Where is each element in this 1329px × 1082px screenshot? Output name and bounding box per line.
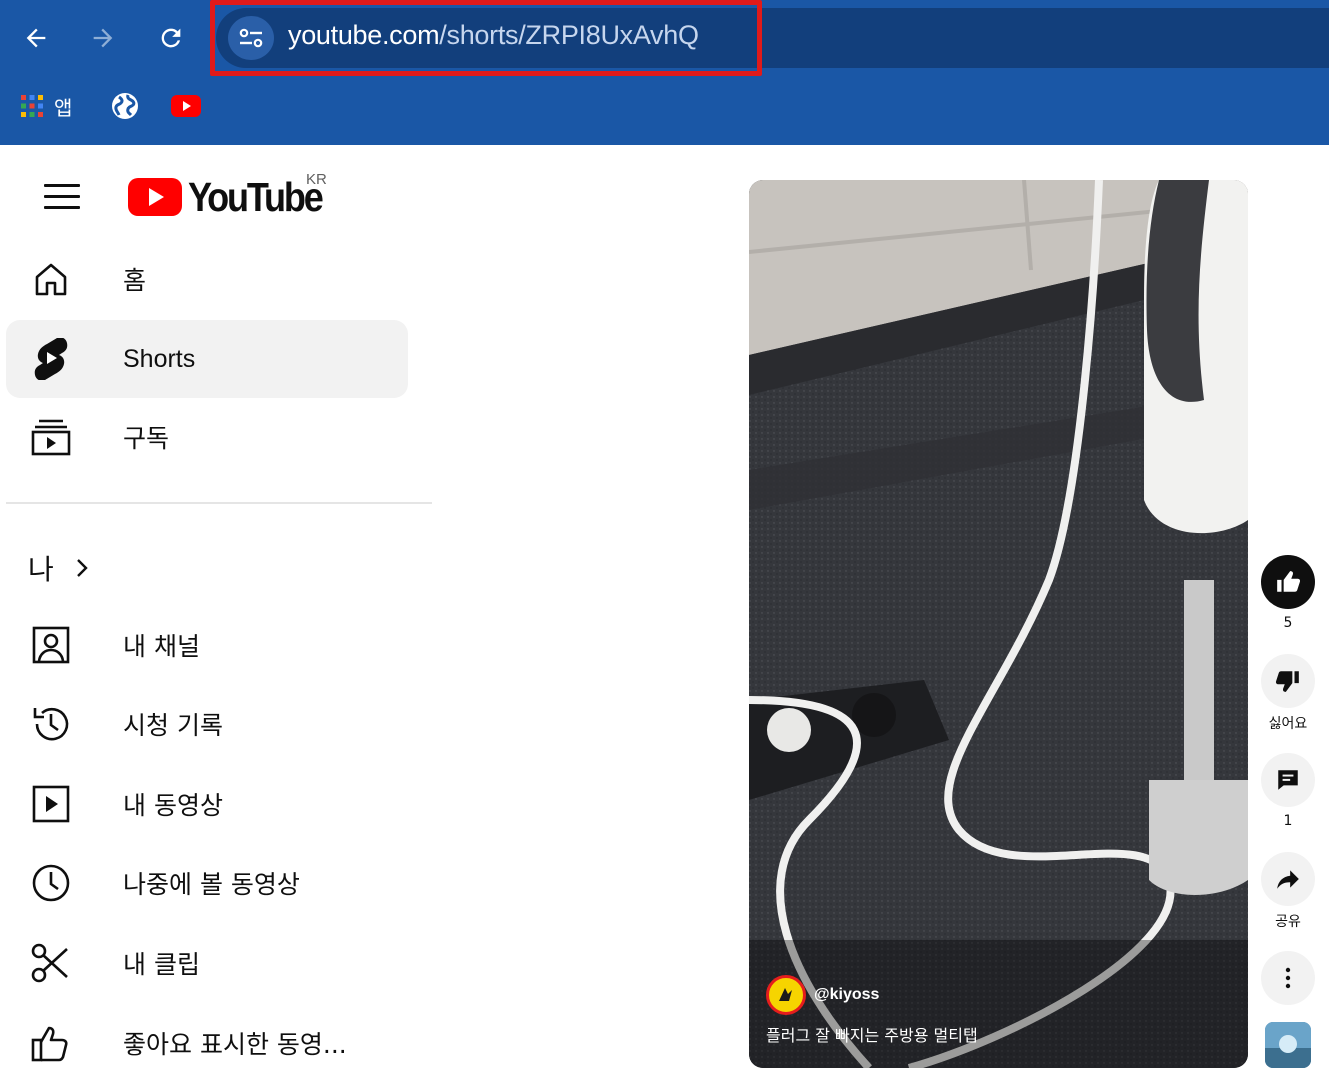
nav-item-my-clips[interactable]: 내 클립 [6,924,408,1002]
nav-label-watch-later: 나중에 볼 동영상 [123,870,300,899]
nav-item-my-channel[interactable]: 내 채널 [6,606,408,684]
like-button[interactable] [1261,555,1315,609]
nav-item-watch-later[interactable]: 나중에 볼 동영상 [6,844,408,922]
nav-item-subscriptions[interactable]: 구독 [6,398,408,476]
comment-icon [1278,770,1298,790]
share-label: 공유 [1275,914,1301,930]
apps-grid-icon [21,95,43,117]
chevron-right-icon [76,559,88,577]
more-options-button[interactable] [1261,951,1315,1005]
nav-item-liked-videos[interactable]: 좋아요 표시한 동영... [6,1004,408,1082]
youtube-logo-text: YouTube [188,173,324,220]
globe-icon [112,93,138,119]
channel-logo-icon [779,988,792,1001]
forward-button[interactable] [83,18,123,58]
short-title: 플러그 잘 빠지는 주방용 멀티탭 [766,1026,978,1045]
thumbs-down-icon [1275,671,1299,692]
nav-label-my-channel: 내 채널 [123,632,200,661]
youtube-favicon-icon [171,95,201,117]
bookmark-apps-label: 앱 [54,95,73,120]
nav-label-my-videos: 내 동영상 [123,791,223,820]
comments-button[interactable] [1261,753,1315,807]
browser-toolbar: youtube.com/shorts/ZRPI8UxAvhQ 앱 [0,0,1329,145]
url-highlight-box [210,0,762,76]
nav-item-my-videos[interactable]: 내 동영상 [6,765,408,843]
nav-item-history[interactable]: 시청 기록 [6,685,408,763]
reload-icon [161,28,181,48]
home-icon [30,258,72,300]
bookmark-youtube[interactable] [171,86,201,126]
nav-label-my-clips: 내 클립 [123,950,200,979]
channel-avatar[interactable] [766,975,806,1015]
account-box-icon [30,624,72,666]
thumbs-up-outline-icon [30,1022,72,1064]
sound-thumbnail[interactable] [1265,1022,1311,1068]
nav-item-shorts[interactable]: Shorts [6,320,408,398]
region-label: KR [306,171,327,188]
scissors-icon [30,942,72,984]
like-count: 5 [1283,615,1293,631]
thumbs-up-icon [1277,571,1301,592]
you-section-title: 나 [28,553,54,586]
back-button[interactable] [16,18,56,58]
nav-label-home: 홈 [123,266,147,295]
bookmark-globe[interactable] [110,86,140,126]
menu-button[interactable] [44,182,80,212]
history-icon [30,703,72,745]
shorts-video-player[interactable] [749,180,1248,1068]
nav-label-history: 시청 기록 [123,711,223,740]
you-section-header[interactable]: 나 [28,548,90,588]
arrow-right-icon [93,28,113,48]
clock-icon [30,862,72,904]
video-play-icon [30,783,72,825]
video-frame [749,180,1248,1068]
nav-label-shorts: Shorts [123,344,196,373]
channel-handle[interactable]: @kiyoss [814,986,879,1004]
more-vertical-icon [1285,967,1291,989]
nav-label-subscriptions: 구독 [123,424,170,453]
sound-thumbnail-image [1265,1022,1311,1068]
share-button[interactable] [1261,852,1315,906]
arrow-left-icon [26,28,46,48]
shorts-icon [30,338,72,380]
reload-button[interactable] [151,18,191,58]
nav-item-home[interactable]: 홈 [6,240,408,318]
subscriptions-icon [30,416,72,458]
bookmark-apps[interactable]: 앱 [20,86,72,126]
sidebar-divider [6,502,432,504]
nav-label-liked-videos: 좋아요 표시한 동영... [123,1030,347,1059]
channel-info[interactable]: @kiyoss [766,975,879,1015]
dislike-label: 싫어요 [1268,716,1308,732]
dislike-button[interactable] [1261,654,1315,708]
share-icon [1277,870,1299,889]
youtube-logo-icon [128,178,182,216]
comment-count: 1 [1283,813,1293,829]
